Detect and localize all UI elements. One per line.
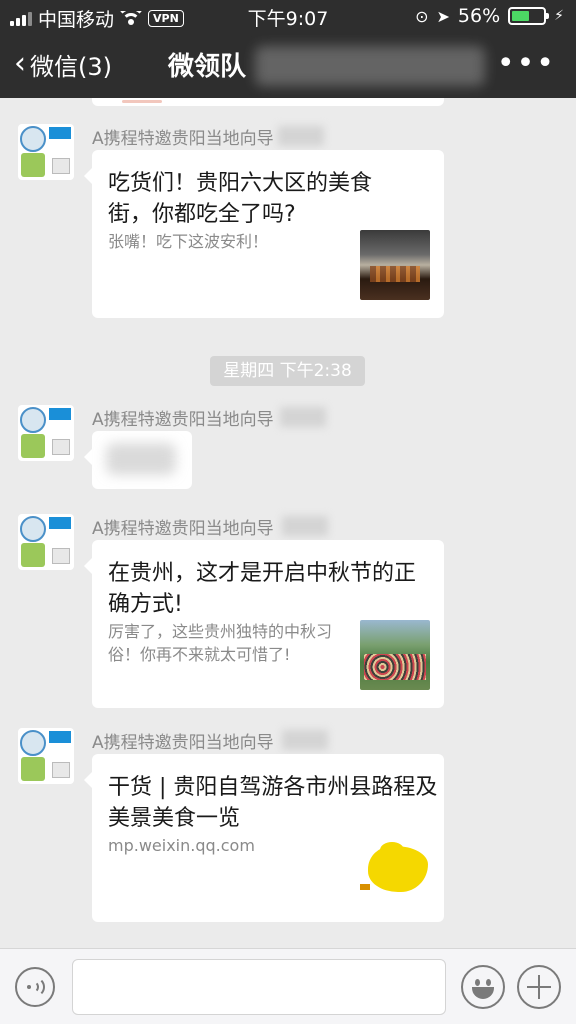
nav-bar: ‹ 微信(3) 微领队 ••• bbox=[0, 32, 576, 98]
avatar[interactable] bbox=[18, 405, 74, 461]
article-title: 吃货们！贵阳六大区的美食街，你都吃全了吗? bbox=[108, 171, 373, 227]
location-icon: ➤ bbox=[436, 6, 450, 26]
sender-redacted bbox=[280, 407, 326, 427]
avatar[interactable] bbox=[18, 514, 74, 570]
sender-redacted bbox=[278, 126, 324, 146]
timestamp: 星期四 下午2:38 bbox=[210, 356, 365, 386]
article-card[interactable]: 吃货们！贵阳六大区的美食街，你都吃全了吗? 张嘴！吃下这波安利！ bbox=[84, 150, 444, 318]
festival-crowd-thumbnail bbox=[360, 620, 430, 690]
title-redacted bbox=[255, 46, 485, 86]
top-bar: 中国移动 VPN 下午9:07 ⊙ ➤ 56% ⚡ ‹ 微信(3) 微领队 ••… bbox=[0, 0, 576, 98]
status-bar: 中国移动 VPN 下午9:07 ⊙ ➤ 56% ⚡ bbox=[0, 0, 576, 32]
voice-icon[interactable] bbox=[15, 967, 55, 1007]
chat-title: 微领队 bbox=[168, 52, 247, 82]
avatar[interactable] bbox=[18, 124, 74, 180]
redacted-message-bubble[interactable] bbox=[84, 431, 192, 489]
sender-name: A携程特邀贵阳当地向导 bbox=[92, 733, 274, 753]
sender-redacted bbox=[282, 730, 328, 750]
sender-name: A携程特邀贵阳当地向导 bbox=[92, 410, 274, 430]
message-input[interactable] bbox=[72, 959, 446, 1015]
guizhou-map-thumbnail bbox=[360, 838, 430, 908]
article-title: 干货 | 贵阳自驾游各市州县路程及美景美食一览 bbox=[108, 775, 438, 831]
battery-icon bbox=[508, 7, 550, 25]
article-card[interactable]: 在贵州，这才是开启中秋节的正确方式! 厉害了，这些贵州独特的中秋习俗！你再不来就… bbox=[84, 540, 444, 708]
article-source: mp.weixin.qq.com bbox=[108, 836, 255, 855]
battery-percent: 56% bbox=[457, 5, 501, 27]
sender-name: A携程特邀贵阳当地向导 bbox=[92, 519, 274, 539]
article-desc: 厉害了，这些贵州独特的中秋习俗！你再不来就太可惜了! bbox=[108, 622, 333, 664]
sender-redacted bbox=[282, 516, 328, 536]
grill-food-thumbnail bbox=[360, 230, 430, 300]
sender-name: A携程特邀贵阳当地向导 bbox=[92, 129, 274, 149]
article-desc: 张嘴！吃下这波安利！ bbox=[108, 232, 269, 251]
orientation-lock-icon: ⊙ bbox=[415, 6, 429, 26]
plus-icon[interactable] bbox=[517, 965, 561, 1009]
emoji-icon[interactable] bbox=[461, 965, 505, 1009]
article-title: 在贵州，这才是开启中秋节的正确方式! bbox=[108, 561, 417, 617]
input-bar bbox=[0, 948, 576, 1024]
previous-message-bubble[interactable] bbox=[92, 98, 444, 106]
more-dots-icon[interactable]: ••• bbox=[497, 49, 556, 79]
avatar[interactable] bbox=[18, 728, 74, 784]
back-label: 微信(3) bbox=[30, 53, 112, 81]
article-card[interactable]: 干货 | 贵阳自驾游各市州县路程及美景美食一览 mp.weixin.qq.com bbox=[84, 754, 444, 922]
back-button[interactable]: ‹ 微信(3) bbox=[14, 47, 112, 82]
message-list[interactable]: A携程特邀贵阳当地向导 吃货们！贵阳六大区的美食街，你都吃全了吗? 张嘴！吃下这… bbox=[0, 98, 576, 948]
chevron-left-icon: ‹ bbox=[14, 45, 26, 81]
charging-icon: ⚡ bbox=[554, 8, 564, 24]
